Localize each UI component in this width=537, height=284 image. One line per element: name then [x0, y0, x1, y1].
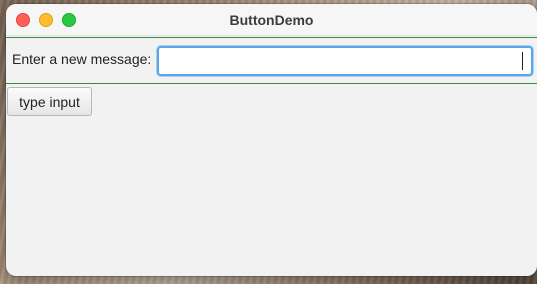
- message-row: Enter a new message:: [6, 37, 537, 84]
- window-title: ButtonDemo: [229, 12, 314, 28]
- title-bar[interactable]: ButtonDemo: [6, 4, 537, 36]
- message-input[interactable]: [157, 46, 533, 76]
- text-caret: [522, 52, 523, 70]
- app-window: ButtonDemo Enter a new message: type inp…: [6, 4, 537, 276]
- message-label: Enter a new message:: [12, 51, 152, 67]
- type-input-button[interactable]: type input: [7, 87, 92, 116]
